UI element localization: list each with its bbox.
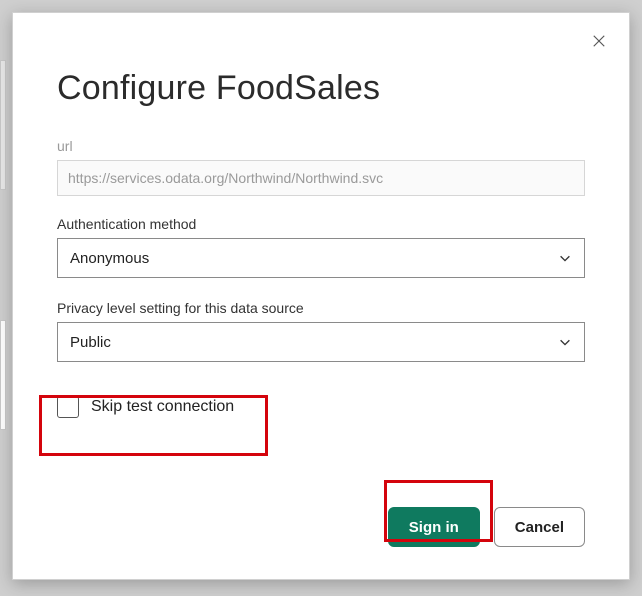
checkbox-box (57, 396, 79, 418)
url-input[interactable] (57, 160, 585, 196)
cancel-button[interactable]: Cancel (494, 507, 585, 547)
checkbox-label: Skip test connection (91, 398, 234, 416)
url-label: url (57, 138, 585, 154)
chevron-down-icon (558, 335, 572, 349)
background-sliver-1 (0, 60, 6, 190)
sign-in-button[interactable]: Sign in (388, 507, 480, 547)
dialog-buttons: Sign in Cancel (388, 507, 585, 547)
skip-test-checkbox[interactable]: Skip test connection (57, 392, 240, 422)
close-button[interactable] (585, 27, 613, 55)
auth-value: Anonymous (70, 250, 558, 267)
background-sliver-2 (0, 320, 6, 430)
auth-label: Authentication method (57, 216, 585, 232)
privacy-label: Privacy level setting for this data sour… (57, 300, 585, 316)
dialog-title: Configure FoodSales (57, 69, 585, 108)
chevron-down-icon (558, 251, 572, 265)
privacy-value: Public (70, 334, 558, 351)
auth-select[interactable]: Anonymous (57, 238, 585, 278)
close-icon (592, 34, 606, 48)
privacy-select[interactable]: Public (57, 322, 585, 362)
configure-dialog: Configure FoodSales url Authentication m… (12, 12, 630, 580)
